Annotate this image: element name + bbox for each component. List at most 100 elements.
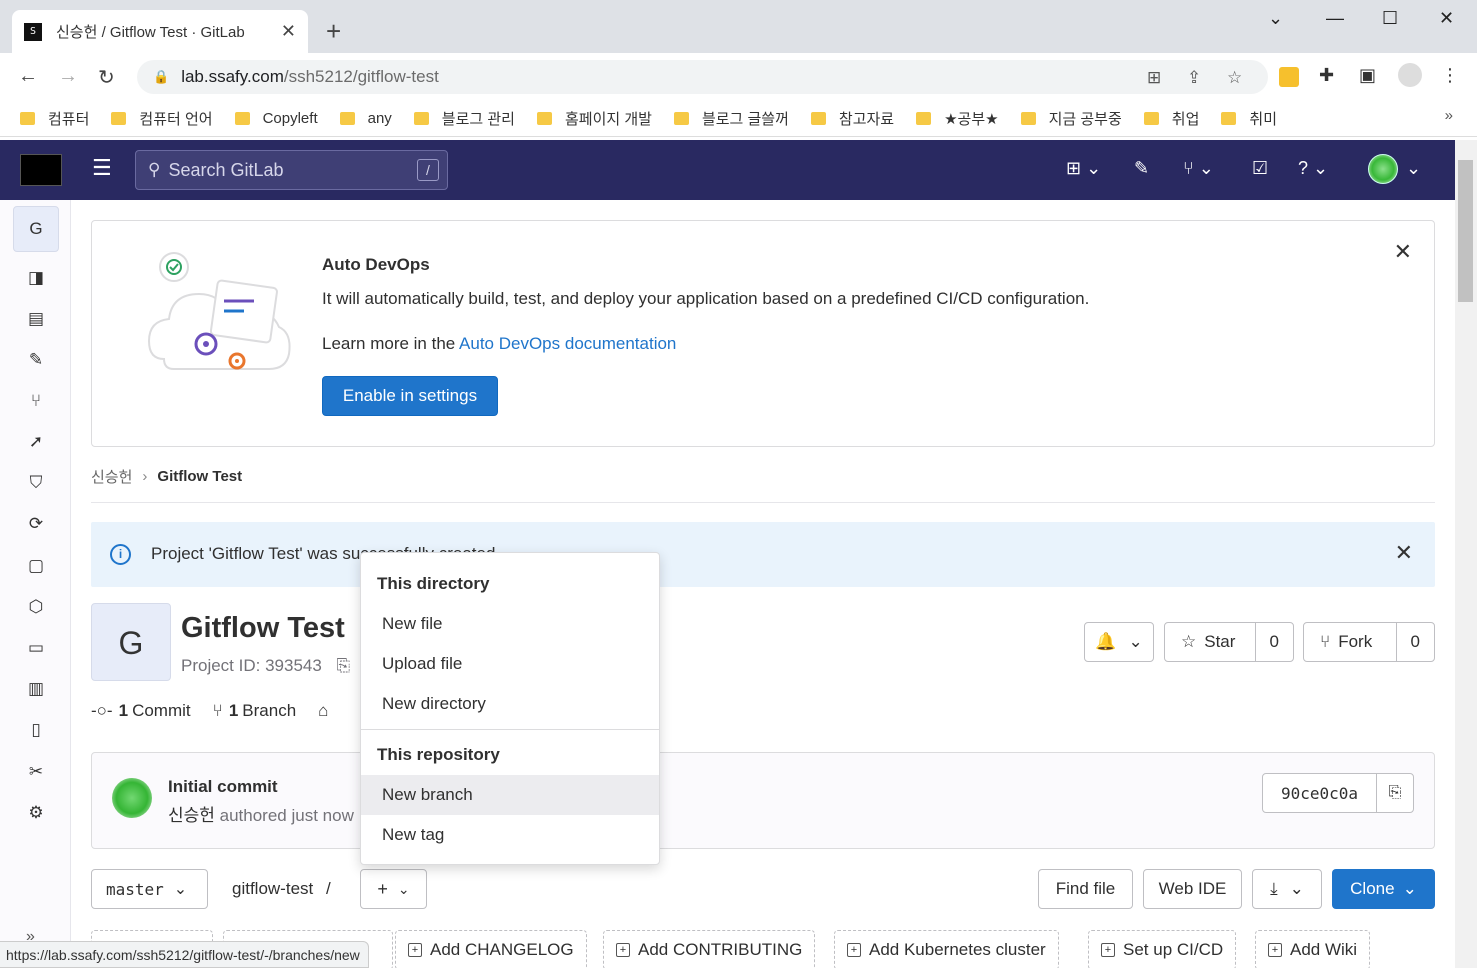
merge-requests-icon[interactable]: ⑂ ⌄: [1183, 159, 1214, 177]
hamburger-menu-icon[interactable]: ☰: [92, 157, 112, 179]
clone-button[interactable]: Clone ⌄: [1332, 869, 1435, 909]
browser-menu-icon[interactable]: ⋮: [1441, 65, 1459, 86]
bookmark-item[interactable]: 참고자료: [810, 108, 895, 129]
new-tab-icon[interactable]: +: [326, 18, 341, 44]
add-kubernetes-button[interactable]: + Add Kubernetes cluster: [834, 930, 1059, 968]
setup-cicd-button[interactable]: + Set up CI/CD: [1088, 930, 1237, 968]
commits-stat[interactable]: -○- 1 Commit: [91, 701, 191, 721]
commit-author[interactable]: 신승헌: [168, 806, 215, 825]
minimize-icon[interactable]: —: [1326, 8, 1344, 29]
web-ide-button[interactable]: Web IDE: [1143, 869, 1242, 909]
search-input[interactable]: ⚲ Search GitLab /: [135, 150, 448, 190]
forward-icon[interactable]: →: [58, 65, 78, 88]
enable-in-settings-button[interactable]: Enable in settings: [322, 376, 498, 416]
download-button[interactable]: ⤓ ⌄: [1252, 869, 1322, 909]
auto-devops-docs-link[interactable]: Auto DevOps documentation: [459, 334, 676, 353]
profile-avatar[interactable]: [1398, 63, 1422, 87]
notification-button[interactable]: 🔔 ⌄: [1084, 622, 1154, 662]
gitlab-logo[interactable]: [20, 154, 62, 186]
bookmark-item[interactable]: 블로그 글쓸꺼: [673, 108, 789, 129]
merge-requests-sidebar-icon[interactable]: ⑂: [26, 391, 46, 411]
todo-icon[interactable]: ☑: [1252, 159, 1268, 177]
bookmark-item[interactable]: ★공부★: [916, 108, 999, 129]
help-icon[interactable]: ? ⌄: [1298, 159, 1328, 177]
breadcrumb-namespace[interactable]: 신승헌: [91, 466, 132, 487]
bookmark-item[interactable]: 홈페이지 개발: [536, 108, 652, 129]
bookmark-item[interactable]: 컴퓨터 언어: [111, 108, 213, 129]
settings-gear-icon[interactable]: ⚙: [26, 803, 46, 823]
folder-icon: [111, 112, 127, 125]
monitor-icon[interactable]: ▭: [26, 638, 46, 658]
bookmark-item[interactable]: any: [339, 110, 392, 127]
bookmark-item[interactable]: 블로그 관리: [413, 108, 515, 129]
maximize-icon[interactable]: ☐: [1382, 8, 1398, 29]
add-contributing-button[interactable]: + Add CONTRIBUTING: [603, 930, 816, 968]
snippets-scissors-icon[interactable]: ✂: [26, 762, 46, 782]
alert-close-icon[interactable]: ✕: [1395, 540, 1413, 566]
add-wiki-button[interactable]: + Add Wiki: [1255, 930, 1371, 968]
bookmark-item[interactable]: 컴퓨터: [20, 108, 89, 129]
infrastructure-icon[interactable]: ⬡: [26, 597, 46, 617]
create-new-icon[interactable]: ⊞ ⌄: [1066, 159, 1101, 177]
bookmark-item[interactable]: 취업: [1143, 108, 1199, 129]
user-menu-chevron-icon[interactable]: ⌄: [1406, 159, 1421, 177]
browser-tab[interactable]: S 신승헌 / Gitflow Test · GitLab ✕: [12, 10, 308, 53]
wiki-book-icon[interactable]: ▯: [26, 720, 46, 740]
project-overview-icon[interactable]: ◨: [26, 268, 46, 288]
commit-sha[interactable]: 90ce0c0a: [1263, 774, 1376, 812]
bookmark-item[interactable]: 지금 공부중: [1020, 108, 1122, 129]
add-changelog-button[interactable]: + Add CHANGELOG: [395, 930, 587, 968]
commit-author-avatar[interactable]: [112, 778, 152, 818]
fork-count[interactable]: 0: [1395, 623, 1434, 661]
scrollbar-thumb[interactable]: [1458, 160, 1473, 302]
copy-sha-icon[interactable]: ⎘: [1376, 774, 1413, 812]
star-count[interactable]: 0: [1254, 623, 1293, 661]
fork-button[interactable]: ⑂ Fork 0: [1303, 622, 1435, 662]
find-file-button[interactable]: Find file: [1038, 869, 1133, 909]
address-bar[interactable]: 🔒 lab.ssafy.com /ssh5212/gitflow-test ⊞ …: [137, 60, 1268, 94]
menu-item-new-file[interactable]: New file: [361, 604, 659, 644]
issues-sidebar-icon[interactable]: ✎: [26, 350, 46, 370]
issues-icon[interactable]: ✎: [1134, 159, 1149, 177]
repository-icon[interactable]: ▤: [26, 309, 46, 329]
copy-id-icon[interactable]: ⎘: [337, 656, 351, 675]
banner-close-icon[interactable]: ✕: [1394, 239, 1412, 265]
commit-title[interactable]: Initial commit: [168, 777, 278, 797]
menu-item-upload-file[interactable]: Upload file: [361, 644, 659, 684]
reload-icon[interactable]: ↻: [98, 65, 115, 90]
bookmarks-more-icon[interactable]: »: [1445, 107, 1453, 124]
tags-stat[interactable]: ⌂: [318, 701, 328, 721]
translate-icon[interactable]: ⊞: [1147, 68, 1161, 88]
learn-more-prefix: Learn more in the: [322, 334, 460, 353]
menu-item-new-tag[interactable]: New tag: [361, 815, 659, 855]
side-panel-icon[interactable]: ▣: [1359, 65, 1376, 86]
breadcrumb-project[interactable]: Gitflow Test: [157, 468, 242, 485]
repo-path-name[interactable]: gitflow-test: [232, 879, 313, 898]
tag-icon: ⌂: [318, 701, 329, 720]
add-to-tree-button[interactable]: + ⌄: [360, 869, 427, 909]
bookmark-item[interactable]: 취미: [1221, 108, 1277, 129]
share-icon[interactable]: ⇪: [1187, 68, 1201, 88]
packages-icon[interactable]: ▢: [26, 556, 46, 576]
page-scrollbar[interactable]: [1455, 140, 1477, 968]
tab-close-icon[interactable]: ✕: [281, 21, 296, 42]
extension-icon[interactable]: [1279, 67, 1299, 87]
tab-search-chevron-icon[interactable]: ⌄: [1268, 8, 1283, 29]
branch-selector[interactable]: master ⌄: [91, 869, 208, 909]
bookmark-star-icon[interactable]: ☆: [1227, 68, 1242, 88]
security-shield-icon[interactable]: ⛉: [26, 473, 46, 493]
bookmark-item[interactable]: Copyleft: [234, 110, 318, 127]
ci-cd-rocket-icon[interactable]: ➚: [26, 432, 46, 452]
star-button[interactable]: ☆ Star 0: [1164, 622, 1294, 662]
user-avatar[interactable]: [1368, 154, 1398, 184]
analytics-icon[interactable]: ▥: [26, 679, 46, 699]
puzzle-icon[interactable]: ✚: [1319, 65, 1334, 86]
menu-item-new-directory[interactable]: New directory: [361, 684, 659, 724]
bookmark-label: 참고자료: [838, 111, 895, 128]
back-icon[interactable]: ←: [18, 65, 38, 88]
deployments-icon[interactable]: ⟳: [26, 514, 46, 534]
sidebar-project-avatar[interactable]: G: [13, 206, 59, 252]
branches-stat[interactable]: ⑂ 1 Branch: [213, 701, 297, 721]
window-close-icon[interactable]: ✕: [1439, 8, 1454, 29]
menu-item-new-branch[interactable]: New branch: [361, 775, 659, 815]
